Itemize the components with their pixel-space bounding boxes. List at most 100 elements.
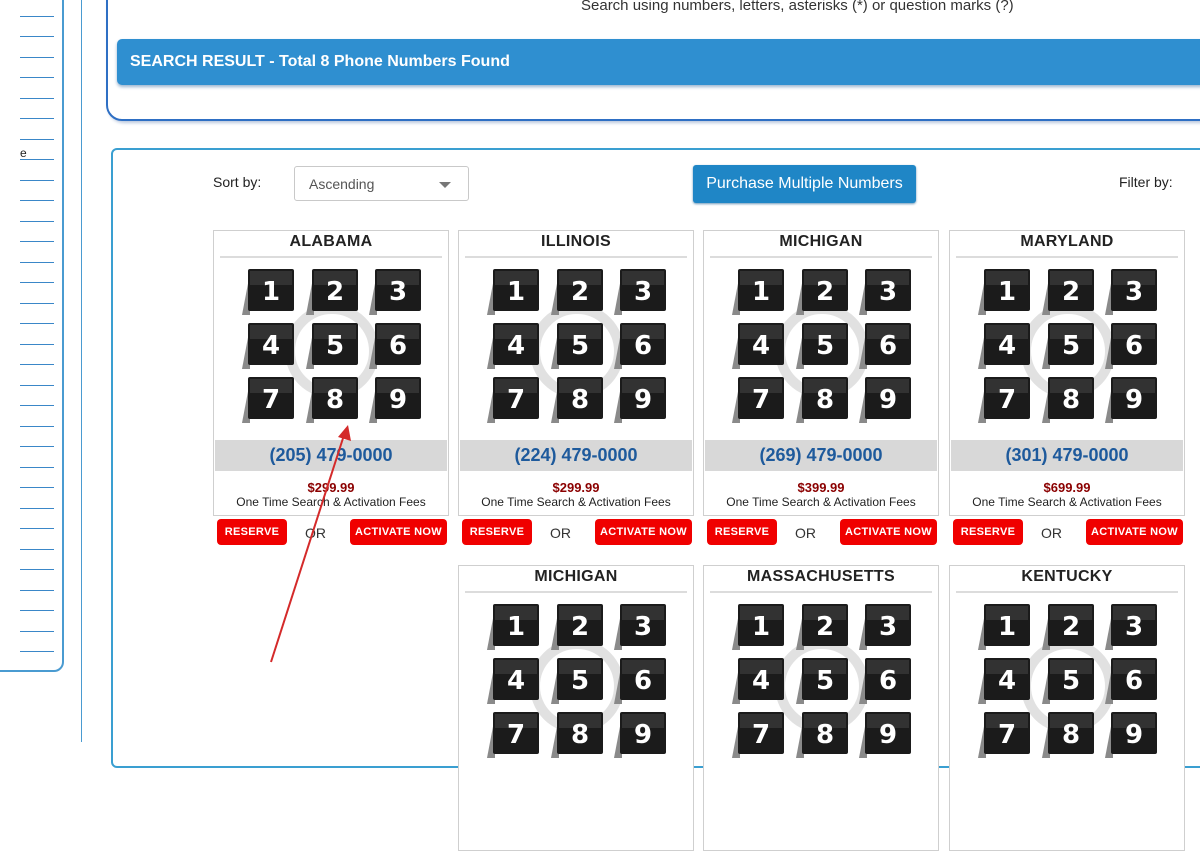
sidebar-divider bbox=[20, 364, 54, 365]
card-divider bbox=[220, 256, 442, 258]
sidebar-divider bbox=[20, 426, 54, 427]
keypad-key: 7 bbox=[487, 377, 539, 423]
keypad-digit: 2 bbox=[1062, 277, 1080, 307]
sidebar-divider bbox=[20, 180, 54, 181]
keypad-key: 2 bbox=[551, 604, 603, 650]
keypad-graphic: 1 2 3 4 5 6 7 8 9 bbox=[730, 263, 914, 428]
keypad-digit: 5 bbox=[1062, 666, 1080, 696]
keypad-key: 6 bbox=[614, 323, 666, 369]
sort-dropdown[interactable]: Ascending bbox=[294, 166, 469, 201]
sidebar-divider bbox=[20, 446, 54, 447]
keypad-image: 1 2 3 4 5 6 7 8 9 bbox=[242, 269, 421, 423]
keypad-key: 7 bbox=[732, 712, 784, 758]
keypad-key: 2 bbox=[306, 269, 358, 315]
search-hint: Search using numbers, letters, asterisks… bbox=[581, 0, 1014, 14]
reserve-button[interactable]: RESERVE bbox=[217, 519, 287, 545]
card-phone-number[interactable]: (301) 479-0000 bbox=[951, 440, 1183, 471]
keypad-digit: 8 bbox=[571, 385, 589, 415]
card-divider bbox=[710, 256, 932, 258]
keypad-key: 1 bbox=[242, 269, 294, 315]
keypad-digit: 3 bbox=[879, 612, 897, 642]
keypad-digit: 7 bbox=[507, 385, 525, 415]
keypad-image: 1 2 3 4 5 6 7 8 9 bbox=[978, 269, 1157, 423]
sidebar-divider bbox=[20, 262, 54, 263]
keypad-key: 4 bbox=[242, 323, 294, 369]
sidebar-divider bbox=[20, 385, 54, 386]
reserve-button[interactable]: RESERVE bbox=[953, 519, 1023, 545]
keypad-key: 5 bbox=[551, 658, 603, 704]
keypad-digit: 7 bbox=[998, 385, 1016, 415]
keypad-digit: 6 bbox=[389, 331, 407, 361]
keypad-digit: 8 bbox=[1062, 385, 1080, 415]
keypad-key: 3 bbox=[369, 269, 421, 315]
keypad-digit: 2 bbox=[816, 277, 834, 307]
keypad-key: 4 bbox=[732, 658, 784, 704]
keypad-key: 4 bbox=[978, 323, 1030, 369]
keypad-key: 6 bbox=[859, 658, 911, 704]
keypad-key: 1 bbox=[978, 604, 1030, 650]
keypad-key: 2 bbox=[1042, 269, 1094, 315]
card-price: $299.99 bbox=[307, 480, 355, 495]
sidebar-divider bbox=[20, 36, 54, 37]
sidebar-divider bbox=[20, 241, 54, 242]
sidebar-divider bbox=[20, 590, 54, 591]
keypad-digit: 2 bbox=[571, 277, 589, 307]
number-card: MASSACHUSETTS 1 2 3 4 5 6 7 8 9 bbox=[703, 565, 939, 851]
card-phone-number[interactable]: (269) 479-0000 bbox=[705, 440, 937, 471]
activate-now-button[interactable]: ACTIVATE NOW bbox=[350, 519, 447, 545]
card-divider bbox=[465, 256, 687, 258]
keypad-key: 2 bbox=[796, 269, 848, 315]
keypad-key: 8 bbox=[1042, 712, 1094, 758]
keypad-key: 8 bbox=[551, 712, 603, 758]
sidebar-divider bbox=[20, 467, 54, 468]
number-card: MICHIGAN 1 2 3 4 5 6 7 8 9 (269) 479-0000 $399.99 On… bbox=[703, 230, 939, 516]
activate-now-button[interactable]: ACTIVATE NOW bbox=[595, 519, 692, 545]
sidebar-divider bbox=[20, 549, 54, 550]
sidebar-divider bbox=[20, 528, 54, 529]
card-divider bbox=[956, 256, 1178, 258]
keypad-digit: 3 bbox=[634, 612, 652, 642]
keypad-digit: 5 bbox=[326, 331, 344, 361]
result-heading: SEARCH RESULT - bbox=[130, 53, 275, 70]
card-phone-number[interactable]: (205) 479-0000 bbox=[215, 440, 447, 471]
purchase-multiple-button[interactable]: Purchase Multiple Numbers bbox=[693, 165, 916, 203]
sidebar-divider bbox=[20, 77, 54, 78]
activate-now-button[interactable]: ACTIVATE NOW bbox=[840, 519, 937, 545]
keypad-graphic: 1 2 3 4 5 6 7 8 9 bbox=[976, 263, 1160, 428]
card-price: $699.99 bbox=[1043, 480, 1091, 495]
card-phone-number[interactable]: (224) 479-0000 bbox=[460, 440, 692, 471]
keypad-image: 1 2 3 4 5 6 7 8 9 bbox=[732, 269, 911, 423]
keypad-graphic: 1 2 3 4 5 6 7 8 9 bbox=[976, 598, 1160, 763]
card-divider bbox=[710, 591, 932, 593]
sidebar-divider bbox=[20, 323, 54, 324]
keypad-key: 5 bbox=[796, 323, 848, 369]
keypad-digit: 9 bbox=[879, 385, 897, 415]
keypad-key: 8 bbox=[551, 377, 603, 423]
activate-now-button[interactable]: ACTIVATE NOW bbox=[1086, 519, 1183, 545]
keypad-key: 5 bbox=[551, 323, 603, 369]
card-state: ALABAMA bbox=[289, 233, 373, 250]
or-separator: OR bbox=[795, 525, 816, 541]
keypad-digit: 5 bbox=[1062, 331, 1080, 361]
keypad-key: 5 bbox=[796, 658, 848, 704]
sidebar-divider bbox=[20, 57, 54, 58]
keypad-key: 3 bbox=[1105, 604, 1157, 650]
sidebar-divider bbox=[20, 282, 54, 283]
reserve-button[interactable]: RESERVE bbox=[462, 519, 532, 545]
keypad-digit: 4 bbox=[752, 666, 770, 696]
keypad-digit: 6 bbox=[879, 331, 897, 361]
sidebar-divider bbox=[20, 631, 54, 632]
keypad-digit: 6 bbox=[1125, 331, 1143, 361]
reserve-button[interactable]: RESERVE bbox=[707, 519, 777, 545]
keypad-digit: 4 bbox=[507, 666, 525, 696]
keypad-digit: 4 bbox=[507, 331, 525, 361]
keypad-digit: 7 bbox=[752, 720, 770, 750]
keypad-digit: 7 bbox=[998, 720, 1016, 750]
keypad-digit: 1 bbox=[752, 612, 770, 642]
number-card: KENTUCKY 1 2 3 4 5 6 7 8 9 bbox=[949, 565, 1185, 851]
sidebar-divider bbox=[20, 610, 54, 611]
keypad-digit: 1 bbox=[507, 277, 525, 307]
keypad-digit: 5 bbox=[816, 331, 834, 361]
keypad-key: 9 bbox=[614, 712, 666, 758]
keypad-digit: 8 bbox=[571, 720, 589, 750]
